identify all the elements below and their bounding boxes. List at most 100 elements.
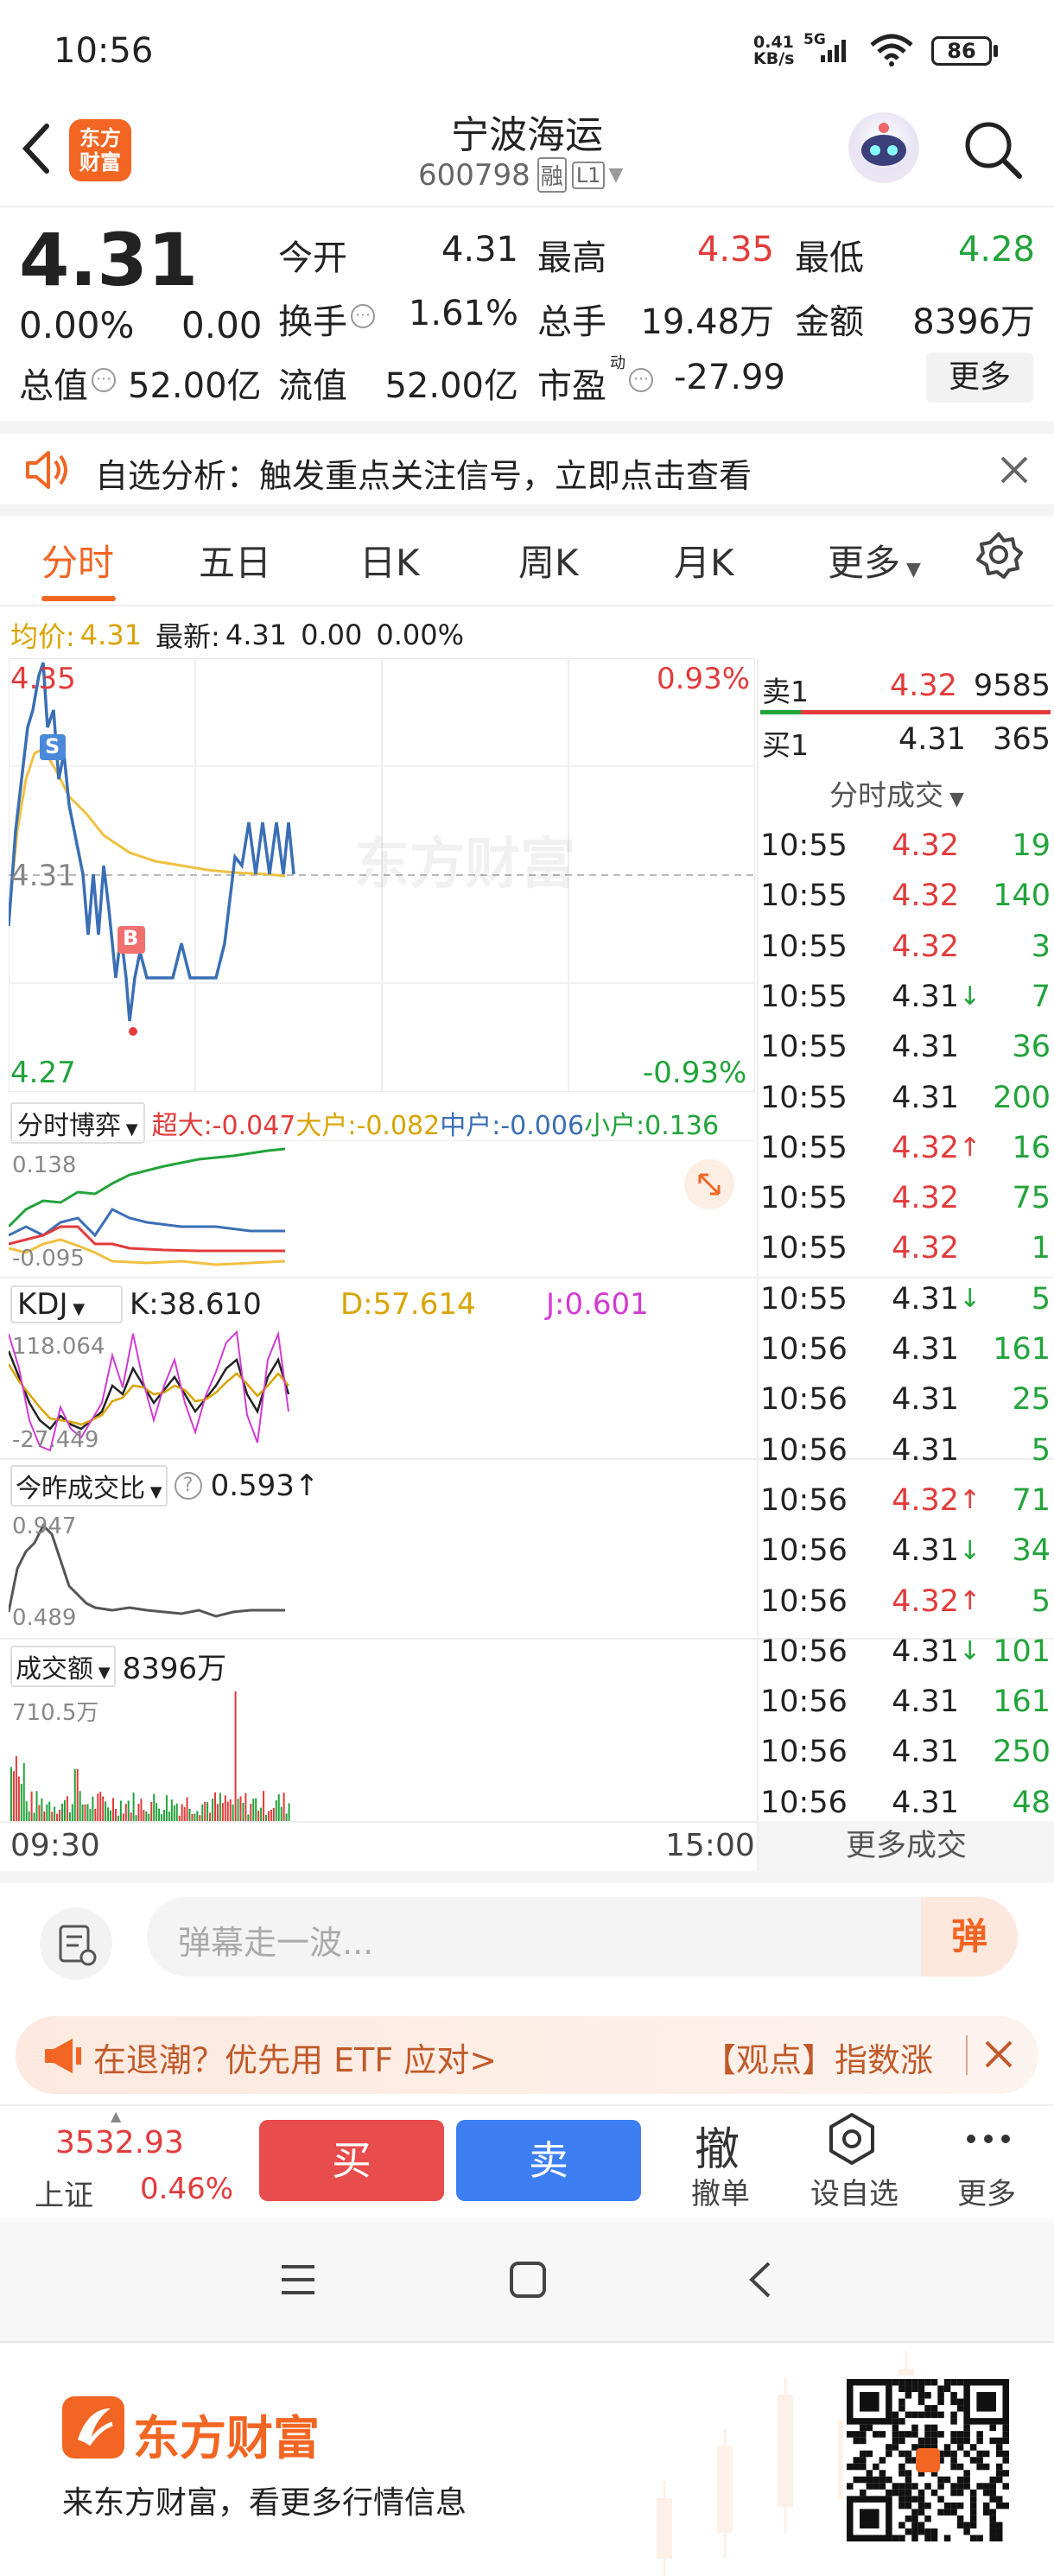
volume-ratio-top: 0.947 xyxy=(12,1513,77,1539)
axis-bottom-price: 4.27 xyxy=(10,1056,76,1090)
turnover-bar xyxy=(145,1811,148,1821)
index-value[interactable]: 3532.93 xyxy=(55,2125,184,2160)
trade-row: 10:55 4.31 36 xyxy=(760,1022,1051,1072)
turnover-bar xyxy=(17,1776,20,1821)
turnover-bar xyxy=(48,1801,51,1821)
tab-more[interactable]: 更多 ▼ xyxy=(828,534,921,587)
turnover-bar xyxy=(143,1810,145,1821)
net-speed: 0.41 KB/s xyxy=(753,33,795,68)
cancel-order-label[interactable]: 撤单 xyxy=(691,2170,750,2212)
close-icon[interactable] xyxy=(997,453,1032,487)
tab-daily-k[interactable]: 日K xyxy=(359,534,420,587)
settings-gear-icon[interactable] xyxy=(975,530,1023,579)
search-icon[interactable] xyxy=(961,117,1026,183)
back-nav-icon[interactable] xyxy=(741,2260,781,2300)
pe-label: 市盈 xyxy=(537,366,606,406)
volume-ratio-selector[interactable]: 今昨成交比 ▼ xyxy=(10,1465,168,1507)
total-hands-label: 总手 xyxy=(537,302,606,342)
turnover-selector[interactable]: 成交额 ▼ xyxy=(10,1645,116,1687)
tab-intraday[interactable]: 分时 xyxy=(41,534,114,587)
trade-price: 4.31 xyxy=(892,1533,959,1569)
sell-button[interactable]: 卖 xyxy=(456,2120,641,2201)
trade-time: 10:56 xyxy=(760,1432,848,1468)
turnover-bar xyxy=(267,1811,270,1821)
trade-price: 4.32 xyxy=(892,1583,959,1619)
turnover-bar xyxy=(122,1813,124,1821)
turnover-bar xyxy=(255,1798,257,1821)
trade-volume: 140 xyxy=(993,879,1051,914)
trade-time: 10:55 xyxy=(760,1030,848,1065)
trade-price: 4.32 xyxy=(892,1482,959,1518)
buy-marker: B xyxy=(123,926,139,950)
stock-code: 600798 xyxy=(418,157,530,193)
danmu-input[interactable]: 弹幕走一波... xyxy=(147,1897,1018,1976)
pe-value: -27.99 xyxy=(674,358,785,397)
robot-assistant-icon[interactable] xyxy=(848,112,919,183)
more-icon[interactable] xyxy=(964,2122,1013,2156)
turnover-bar xyxy=(219,1792,221,1821)
turnover-bar xyxy=(206,1802,209,1821)
trade-price: 4.31 xyxy=(892,1281,959,1317)
axis-bottom-pct: -0.93% xyxy=(643,1056,747,1090)
turnover-bar xyxy=(181,1804,183,1821)
help-icon[interactable]: ? xyxy=(174,1472,202,1500)
info-icon[interactable]: ⋯ xyxy=(629,368,653,392)
tab-monthly-k[interactable]: 月K xyxy=(674,534,734,587)
more-label[interactable]: 更多 xyxy=(957,2170,1016,2212)
chevron-down-icon[interactable]: ▼ xyxy=(608,164,623,186)
trade-row: 10:56 4.31 48 xyxy=(760,1778,1051,1828)
more-button[interactable]: 更多 xyxy=(926,352,1033,403)
promo-banner[interactable]: 在退潮？优先用 ETF 应对> 【观点】指数涨 xyxy=(16,2016,1038,2094)
menu-icon[interactable] xyxy=(278,2260,318,2300)
turnover-bar xyxy=(71,1804,73,1821)
tab-five-day[interactable]: 五日 xyxy=(199,534,271,587)
trade-row: 10:55 4.32 19 xyxy=(760,821,1051,871)
turnover-rate-label: 换手 xyxy=(278,302,347,342)
turnover-bar xyxy=(114,1808,117,1821)
notice-text[interactable]: 自选分析：触发重点关注信号，立即点击查看 xyxy=(95,449,752,497)
banner-text-right: 【观点】指数涨 xyxy=(703,2041,934,2079)
kdj-chart xyxy=(9,1325,755,1455)
close-icon[interactable] xyxy=(981,2037,1016,2072)
cancel-order-icon[interactable]: 撤 xyxy=(695,2113,740,2178)
kdj-selector[interactable]: KDJ ▼ xyxy=(10,1285,123,1323)
buy-button[interactable]: 买 xyxy=(259,2120,444,2201)
turnover-bar xyxy=(277,1794,280,1821)
tab-weekly-k[interactable]: 周K xyxy=(518,534,579,587)
turnover-bar xyxy=(244,1792,247,1821)
turnover-bar xyxy=(105,1801,107,1821)
trades-title[interactable]: 分时成交 ▼ xyxy=(829,772,964,814)
sell1-volume: 9585 xyxy=(973,669,1051,703)
expand-icon[interactable] xyxy=(684,1159,734,1209)
danmu-button[interactable]: 弹 xyxy=(921,1897,1018,1976)
sell1-label: 卖1 xyxy=(762,675,809,708)
index-name[interactable]: 上证 xyxy=(35,2172,93,2214)
level-badge[interactable]: L1 xyxy=(571,161,606,189)
intraday-chart[interactable]: 东方财富 xyxy=(9,658,755,1092)
trade-price: 4.32 xyxy=(892,1130,959,1165)
trade-time: 10:55 xyxy=(760,1231,848,1266)
svg-text:东方财富: 东方财富 xyxy=(354,833,575,895)
kdj-bottom: -27.449 xyxy=(12,1427,99,1453)
set-watchlist-label[interactable]: 设自选 xyxy=(810,2170,898,2212)
info-icon[interactable]: ⋯ xyxy=(351,304,375,328)
turnover-bar xyxy=(135,1815,137,1821)
more-trades-button[interactable]: 更多成交 xyxy=(759,1821,1054,1871)
trade-volume: 48 xyxy=(1012,1785,1051,1820)
index-pct[interactable]: 0.46% xyxy=(140,2172,233,2206)
qr-code[interactable] xyxy=(843,2376,1013,2545)
fund-flow-selector[interactable]: 分时博弈 ▼ xyxy=(10,1102,145,1144)
trade-time: 10:56 xyxy=(760,1482,848,1518)
fund-flow-top: 0.138 xyxy=(12,1152,77,1178)
turnover-bar xyxy=(54,1806,56,1821)
set-watchlist-icon[interactable] xyxy=(824,2111,879,2167)
turnover-bar xyxy=(150,1801,153,1821)
trade-price: 4.32 xyxy=(892,828,959,863)
info-icon[interactable]: ⋯ xyxy=(92,368,116,392)
turnover-bar xyxy=(28,1811,30,1821)
volume-ratio-header: 今昨成交比 ▼ ? 0.593 ↑ xyxy=(10,1465,319,1507)
turnover-bar xyxy=(46,1804,48,1821)
comment-list-icon[interactable] xyxy=(40,1907,112,1980)
home-icon[interactable] xyxy=(508,2260,548,2300)
trade-row: 10:56 4.32 ↑ 5 xyxy=(760,1577,1051,1627)
